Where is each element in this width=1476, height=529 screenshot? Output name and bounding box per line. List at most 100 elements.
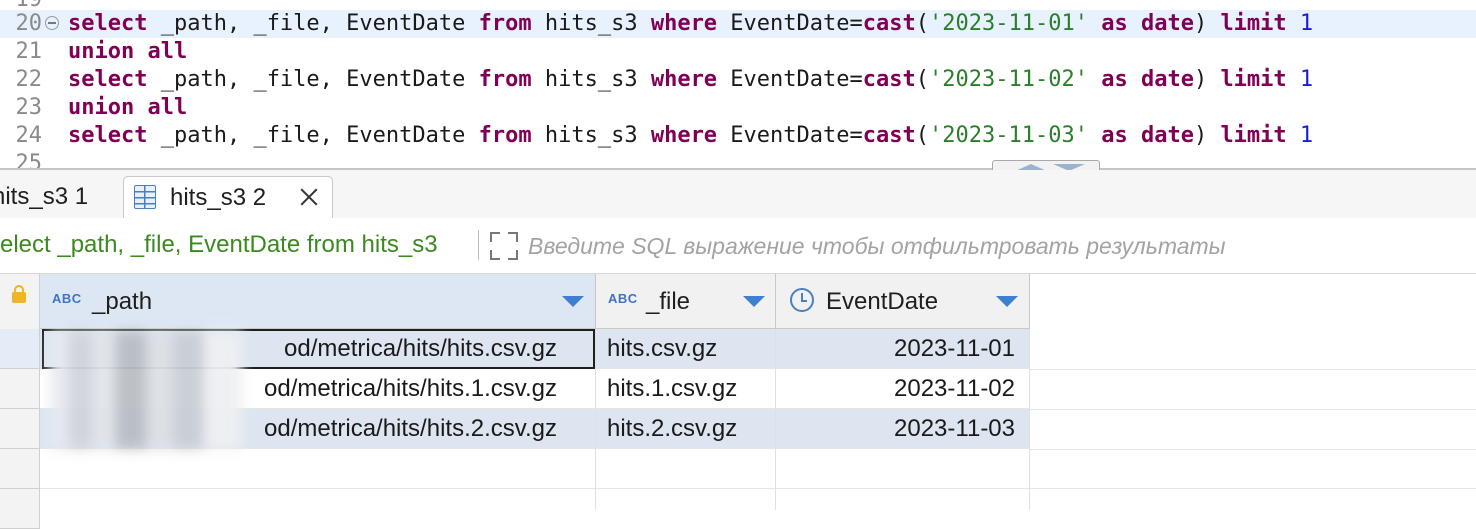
code-text[interactable]: select _path, _file, EventDate from hits… [68, 10, 1313, 38]
line-number: 22 [15, 67, 43, 92]
sql-keyword: date [1140, 123, 1194, 148]
sql-keyword: from [478, 123, 532, 148]
sql-keyword: select [68, 11, 148, 36]
table-cell-eventdate[interactable]: 2023-11-02 [776, 369, 1030, 409]
lock-icon [12, 285, 26, 303]
table-cell-eventdate[interactable]: 2023-11-03 [776, 409, 1030, 449]
expand-filter-icon[interactable] [490, 232, 518, 260]
grid-line [775, 449, 776, 510]
row-header[interactable] [0, 489, 40, 529]
sql-number: 1 [1299, 67, 1314, 92]
divider [478, 230, 479, 260]
table-cell-file[interactable]: hits.1.csv.gz [596, 369, 776, 409]
results-grid[interactable]: ABC _path ABC _file EventDate od/metrica… [0, 274, 1476, 529]
column-label: EventDate [826, 288, 939, 315]
sql-string: '2023-11-02' [929, 67, 1088, 92]
row-header[interactable] [0, 329, 40, 369]
sort-arrow-icon[interactable] [562, 296, 584, 307]
sql-text: _path, _file, EventDate [147, 11, 479, 36]
code-text[interactable]: union all [68, 38, 187, 66]
table-cell-file[interactable]: hits.csv.gz [596, 329, 776, 369]
table-grid-icon [134, 185, 156, 209]
sql-text: ( [915, 67, 929, 92]
fold-collapse-icon[interactable] [45, 16, 59, 30]
sql-keyword: from [478, 11, 532, 36]
sql-text: ) [1193, 67, 1221, 92]
line-number: 21 [15, 39, 43, 64]
sql-text: _path, _file, EventDate [147, 67, 479, 92]
sql-keyword: limit [1220, 67, 1287, 92]
string-type-icon: ABC [608, 291, 638, 306]
close-icon[interactable] [298, 186, 320, 208]
line-number: 24 [15, 123, 43, 148]
results-tab-bar: hits_s3 1 hits_s3 2 [0, 170, 1476, 218]
sql-text: ) [1193, 11, 1221, 36]
grid-line [1030, 449, 1476, 450]
string-type-icon: ABC [52, 291, 82, 306]
grid-line [1029, 449, 1030, 510]
sql-text: ) [1193, 123, 1221, 148]
editor-line[interactable]: 23 union all [0, 94, 1476, 122]
code-text[interactable]: select _path, _file, EventDate from hits… [68, 66, 1313, 94]
sql-text: EventDate= [717, 67, 863, 92]
column-header-path[interactable]: ABC _path [40, 274, 596, 329]
sql-keyword: where [650, 11, 718, 36]
table-cell-file[interactable]: hits.2.csv.gz [596, 409, 776, 449]
sql-string: '2023-11-03' [929, 123, 1088, 148]
code-text[interactable]: select _path, _file, EventDate from hits… [68, 122, 1313, 150]
column-label: _path [92, 288, 153, 315]
sql-keyword: date [1140, 11, 1194, 36]
row-header[interactable] [0, 449, 40, 489]
sql-text: EventDate= [717, 123, 863, 148]
table-cell-path[interactable]: od/metrica/hits/hits.csv.gz [40, 329, 596, 369]
sql-keyword: cast [862, 123, 916, 148]
sql-number: 1 [1299, 123, 1314, 148]
tab-hits-s3-1[interactable]: hits_s3 1 [0, 176, 112, 218]
table-cell-path[interactable]: od/metrica/hits/hits.1.csv.gz [40, 369, 596, 409]
sql-string: '2023-11-01' [929, 11, 1088, 36]
column-header-file[interactable]: ABC _file [596, 274, 776, 329]
editor-line[interactable]: 20 select _path, _file, EventDate from h… [0, 10, 1476, 38]
sql-keyword: limit [1220, 123, 1287, 148]
line-number: 25 [15, 151, 43, 168]
tab-hits-s3-2[interactable]: hits_s3 2 [123, 176, 333, 218]
sql-keyword: date [1140, 67, 1194, 92]
editor-line[interactable]: 22 select _path, _file, EventDate from h… [0, 66, 1476, 94]
editor-line[interactable]: 21 union all [0, 38, 1476, 66]
sql-text: hits_s3 [531, 11, 651, 36]
line-number: 23 [15, 95, 43, 120]
sql-keyword: limit [1220, 11, 1287, 36]
clock-icon [790, 288, 814, 312]
sort-arrow-icon[interactable] [996, 296, 1018, 307]
row-header[interactable] [0, 369, 40, 409]
query-preview[interactable]: select _path, _file, EventDate from hits… [0, 218, 470, 272]
sql-keyword: as [1101, 67, 1128, 92]
filter-input[interactable] [526, 226, 1450, 266]
grid-line [1030, 369, 1476, 370]
sort-arrow-icon[interactable] [743, 296, 765, 307]
sql-editor[interactable]: 19 20 select _path, _file, EventDate fro… [0, 0, 1476, 168]
code-text[interactable]: union all [68, 94, 187, 122]
table-cell-path[interactable]: od/metrica/hits/hits.2.csv.gz [40, 409, 596, 449]
sql-text: _path, _file, EventDate [147, 123, 479, 148]
column-header-eventdate[interactable]: EventDate [776, 274, 1030, 329]
tab-label: hits_s3 1 [0, 183, 89, 210]
table-cell-eventdate[interactable]: 2023-11-01 [776, 329, 1030, 369]
sql-keyword: as [1101, 11, 1128, 36]
sql-text: ( [915, 11, 929, 36]
grid-line [40, 488, 1030, 489]
filter-bar: select _path, _file, EventDate from hits… [0, 218, 1476, 274]
row-header[interactable] [0, 409, 40, 449]
sql-keyword: from [478, 67, 532, 92]
sql-number: 1 [1299, 11, 1314, 36]
editor-line[interactable]: 24 select _path, _file, EventDate from h… [0, 122, 1476, 150]
